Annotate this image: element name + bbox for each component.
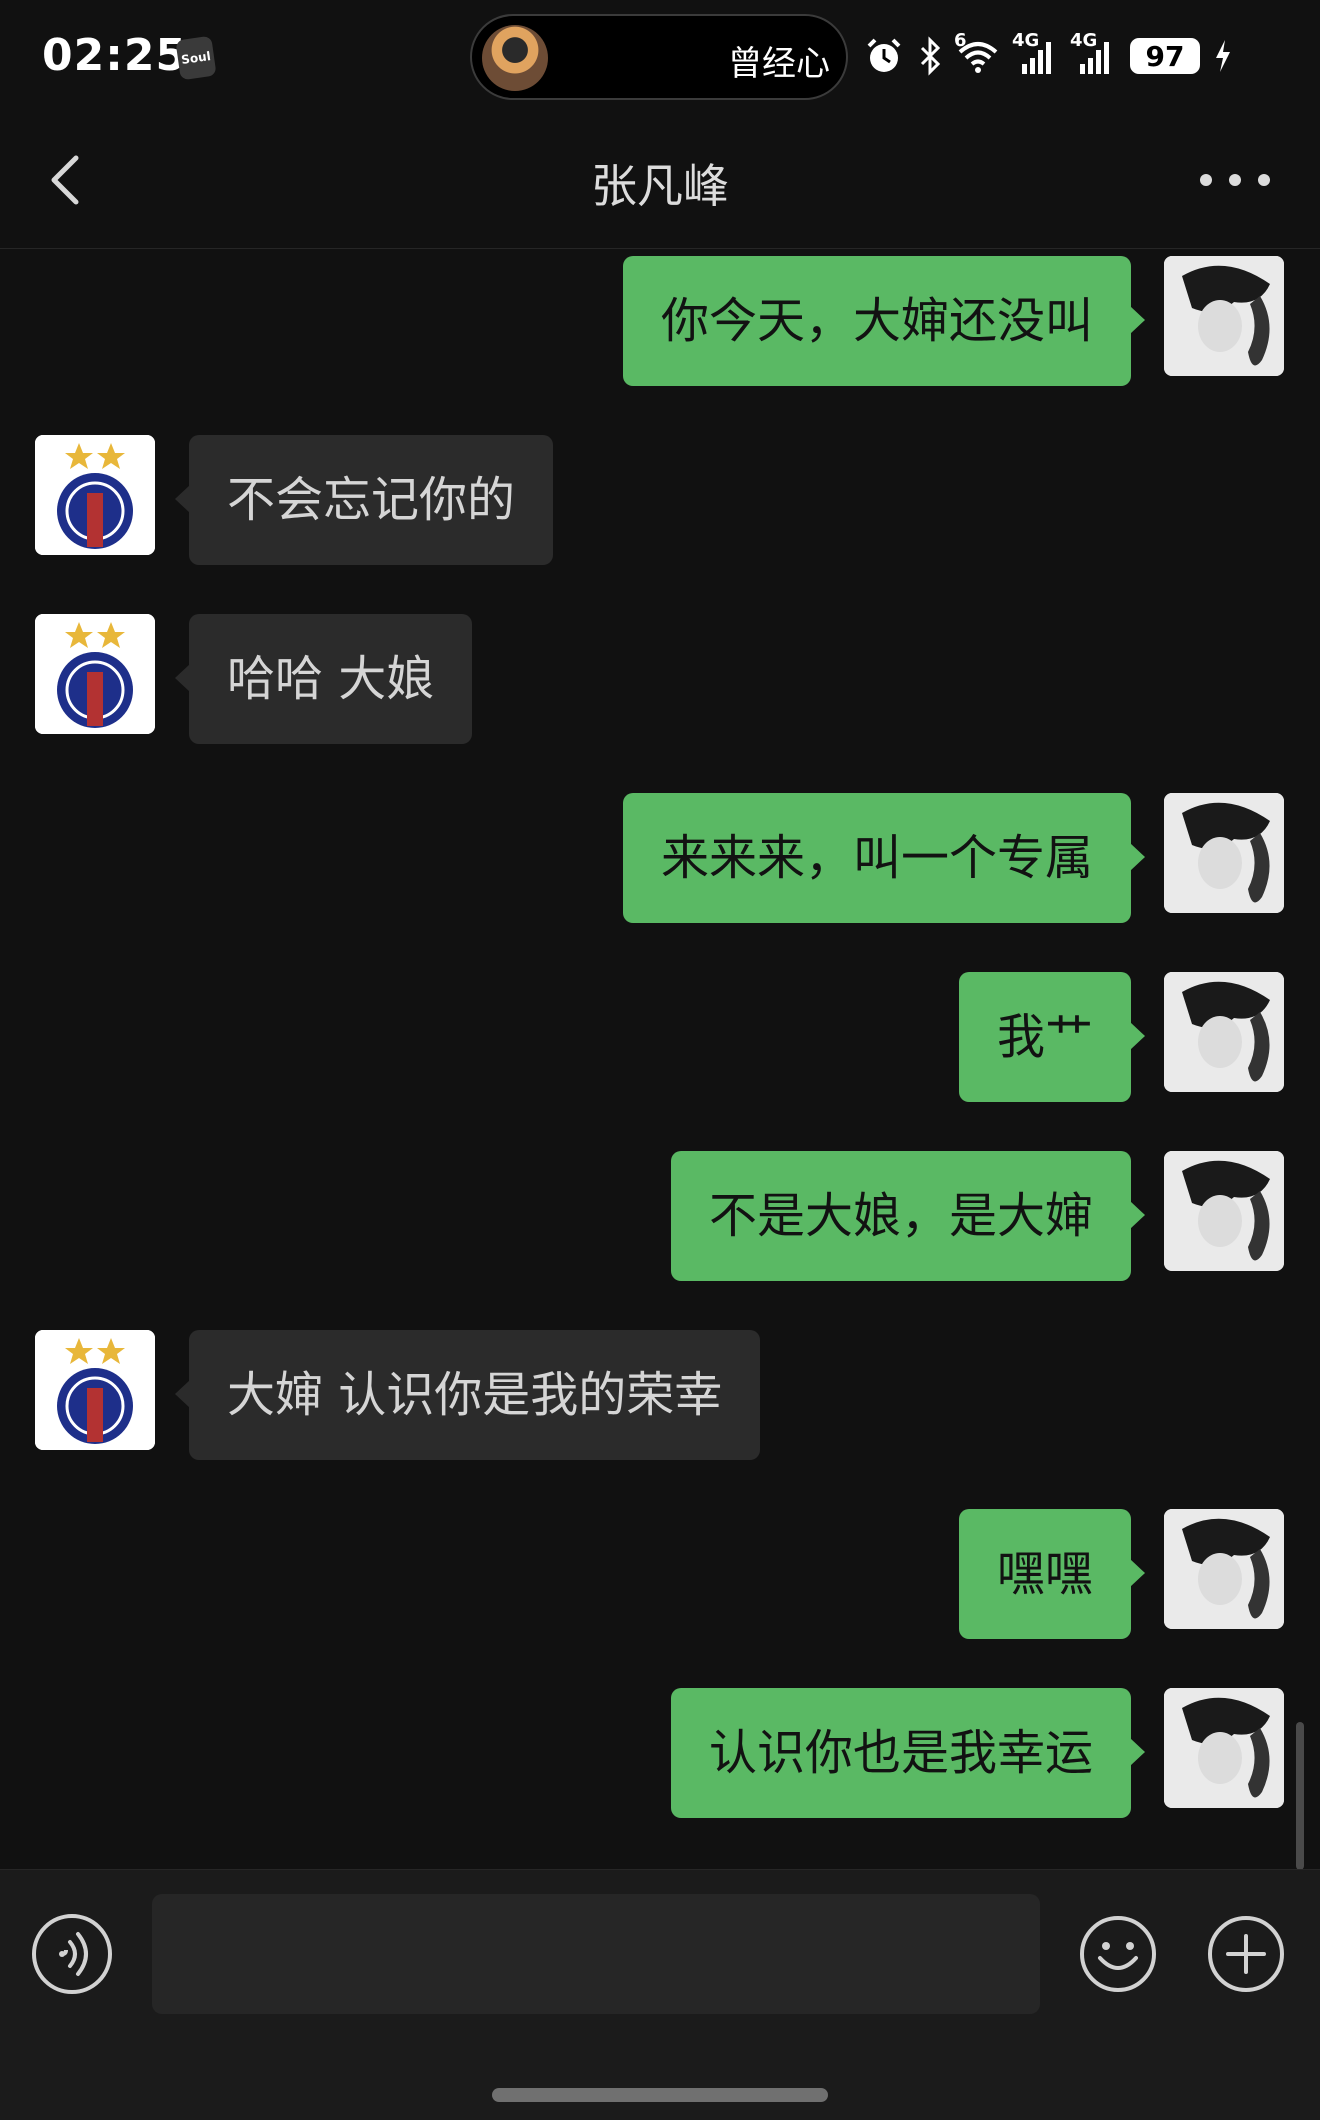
battery-indicator: 97	[1130, 38, 1200, 74]
status-bar: 02:25 Soul 曾经心 6 4G 4G 97	[0, 0, 1320, 112]
my-avatar[interactable]	[1164, 1509, 1284, 1629]
message-bubble-sent[interactable]: 你今天，大婶还没叫	[622, 256, 1146, 386]
message-bubble-sent[interactable]: 不是大娘，是大婶	[670, 1151, 1146, 1281]
message-row: 大婶 认识你是我的荣幸	[0, 1330, 1320, 1460]
dynamic-island[interactable]: 曾经心	[470, 14, 848, 100]
message-bubble-sent[interactable]: 我艹	[958, 972, 1146, 1102]
bluetooth-icon	[920, 36, 941, 76]
alarm-icon	[867, 38, 901, 72]
message-bubble-received[interactable]: 不会忘记你的	[174, 435, 554, 565]
input-bar	[0, 1869, 1320, 2120]
contact-avatar[interactable]	[35, 1330, 155, 1450]
wifi-icon: 6	[954, 30, 1000, 74]
chat-title: 张凡峰	[591, 159, 729, 213]
message-row: 认识你也是我幸运	[0, 1688, 1320, 1818]
message-bubble-sent[interactable]: 来来来，叫一个专属	[622, 793, 1146, 923]
chat-header: 张凡峰	[0, 112, 1320, 249]
cell-signal-1-icon: 4G	[1012, 30, 1058, 74]
message-bubble-received[interactable]: 大婶 认识你是我的荣幸	[174, 1330, 761, 1460]
home-indicator[interactable]	[492, 2088, 828, 2102]
my-avatar[interactable]	[1164, 1688, 1284, 1808]
message-row: 不是大娘，是大婶	[0, 1151, 1320, 1281]
message-row: 不会忘记你的	[0, 435, 1320, 565]
message-scrollbar[interactable]	[1296, 1722, 1304, 1870]
emoji-icon[interactable]	[1078, 1914, 1158, 1994]
status-icons: 6 4G 4G 97	[864, 28, 1232, 84]
island-song-title: 曾经心	[728, 44, 830, 84]
message-row: 嘿嘿	[0, 1509, 1320, 1639]
plus-icon[interactable]	[1206, 1914, 1286, 1994]
my-avatar[interactable]	[1164, 256, 1284, 376]
voice-icon[interactable]	[32, 1914, 112, 1994]
message-row: 你今天，大婶还没叫	[0, 256, 1320, 386]
message-row: 哈哈 大娘	[0, 614, 1320, 744]
my-avatar[interactable]	[1164, 972, 1284, 1092]
chat-screen: 02:25 Soul 曾经心 6 4G 4G 97 张凡峰 你今天，大婶还没叫 …	[0, 0, 1320, 2120]
island-avatar	[482, 25, 548, 91]
charging-icon	[1216, 40, 1230, 72]
status-time: 02:25	[42, 30, 188, 81]
more-dots-icon[interactable]	[1200, 162, 1270, 198]
message-input[interactable]	[152, 1894, 1040, 2014]
my-avatar[interactable]	[1164, 793, 1284, 913]
message-bubble-sent[interactable]: 嘿嘿	[958, 1509, 1146, 1639]
contact-avatar[interactable]	[35, 435, 155, 555]
message-list[interactable]: 你今天，大婶还没叫 不会忘记你的 哈哈 大娘 来来来，叫一个专属 我艹 不是大娘…	[0, 249, 1320, 1869]
soul-app-icon: Soul	[175, 35, 217, 81]
contact-avatar[interactable]	[35, 614, 155, 734]
message-bubble-received[interactable]: 哈哈 大娘	[174, 614, 473, 744]
message-bubble-sent[interactable]: 认识你也是我幸运	[670, 1688, 1146, 1818]
message-row: 来来来，叫一个专属	[0, 793, 1320, 923]
message-row: 我艹	[0, 972, 1320, 1102]
my-avatar[interactable]	[1164, 1151, 1284, 1271]
cell-signal-2-icon: 4G	[1070, 30, 1116, 74]
